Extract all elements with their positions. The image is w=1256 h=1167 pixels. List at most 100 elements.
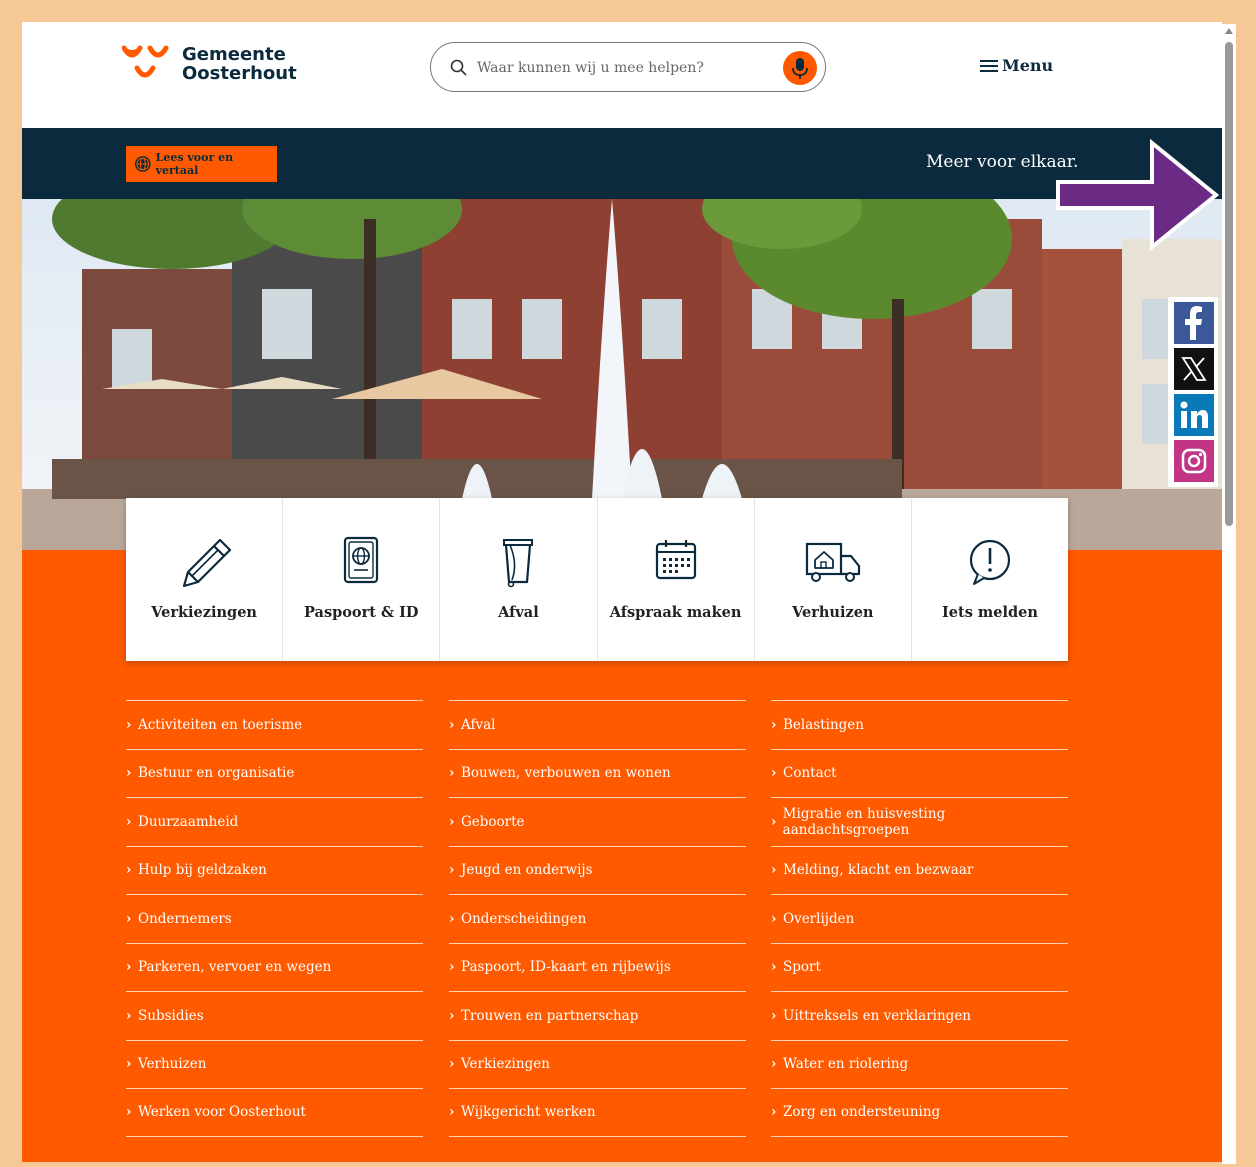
chevron-right-icon: › bbox=[126, 959, 132, 976]
instagram-icon bbox=[1181, 448, 1207, 474]
alert-icon bbox=[969, 539, 1011, 585]
chevron-right-icon: › bbox=[771, 862, 777, 879]
topic-link[interactable]: › Belastingen bbox=[771, 700, 1068, 749]
topic-link[interactable]: › Overlijden bbox=[771, 894, 1068, 943]
logo-text: Gemeente Oosterhout bbox=[182, 45, 297, 83]
microphone-icon bbox=[792, 58, 808, 79]
topic-link[interactable]: › Ondernemers bbox=[126, 894, 423, 943]
links-column-1: › Activiteiten en toerisme › Bestuur en or… bbox=[126, 700, 423, 1137]
topic-link[interactable]: › Trouwen en partnerschap bbox=[449, 991, 746, 1040]
chevron-right-icon: › bbox=[771, 813, 777, 830]
topic-link[interactable]: › Wijkgericht werken bbox=[449, 1088, 746, 1137]
chevron-right-icon: › bbox=[771, 716, 777, 733]
links-column-3: › Belastingen › Contact › Migratie en huisv… bbox=[771, 700, 1068, 1137]
topic-link[interactable]: › Water en riolering bbox=[771, 1039, 1068, 1089]
menu-button[interactable]: Menu bbox=[980, 56, 1053, 75]
chevron-right-icon: › bbox=[771, 1056, 777, 1073]
annotation-arrow-icon bbox=[1056, 138, 1220, 252]
browser-viewport: Gemeente Oosterhout Waar kunnen wij u me… bbox=[22, 22, 1222, 1162]
scrollbar-thumb[interactable] bbox=[1225, 42, 1233, 526]
chevron-right-icon: › bbox=[449, 959, 455, 976]
site-header: Gemeente Oosterhout Waar kunnen wij u me… bbox=[22, 22, 1222, 128]
chevron-right-icon: › bbox=[449, 862, 455, 879]
chevron-right-icon: › bbox=[126, 765, 132, 782]
chevron-right-icon: › bbox=[449, 1104, 455, 1121]
search-box bbox=[430, 42, 826, 92]
facebook-button[interactable] bbox=[1174, 302, 1214, 344]
tile-paspoort[interactable]: Paspoort & ID bbox=[283, 498, 441, 661]
x-button[interactable] bbox=[1174, 348, 1214, 390]
chevron-right-icon: › bbox=[126, 1104, 132, 1121]
topic-link[interactable]: › Paspoort, ID-kaart en rijbewijs bbox=[449, 942, 746, 992]
topic-link[interactable]: › Parkeren, vervoer en wegen bbox=[126, 942, 423, 992]
topic-link[interactable]: › Werken voor Oosterhout bbox=[126, 1088, 423, 1137]
topic-link[interactable]: › Jeugd en onderwijs bbox=[449, 845, 746, 895]
topic-link[interactable]: › Bestuur en organisatie bbox=[126, 748, 423, 798]
scroll-up-arrow-icon[interactable] bbox=[1225, 28, 1233, 34]
pencil-icon bbox=[182, 538, 232, 588]
trash-bin-icon bbox=[503, 539, 534, 588]
tile-label: Iets melden bbox=[941, 604, 1038, 621]
chevron-right-icon: › bbox=[126, 813, 132, 830]
tile-label: Paspoort & ID bbox=[304, 604, 419, 621]
chevron-right-icon: › bbox=[449, 716, 455, 733]
linkedin-icon bbox=[1180, 401, 1208, 428]
topic-link[interactable]: › Melding, klacht en bezwaar bbox=[771, 845, 1068, 895]
logo-line-1: Gemeente bbox=[182, 44, 286, 65]
tile-afspraak[interactable]: Afspraak maken bbox=[598, 498, 755, 661]
topic-link[interactable]: › Subsidies bbox=[126, 991, 423, 1040]
topic-link[interactable]: › Sport bbox=[771, 942, 1068, 992]
social-share-bar bbox=[1168, 297, 1218, 487]
topic-link[interactable]: › Contact bbox=[771, 748, 1068, 798]
topic-link[interactable]: › Migratie en huisvesting aandachtsgroepe… bbox=[771, 797, 1068, 846]
chevron-right-icon: › bbox=[449, 1007, 455, 1024]
vertical-scrollbar[interactable] bbox=[1222, 24, 1236, 1164]
chevron-right-icon: › bbox=[449, 765, 455, 782]
tile-label: Afval bbox=[498, 604, 539, 621]
instagram-button[interactable] bbox=[1174, 440, 1214, 482]
globe-icon bbox=[134, 156, 151, 172]
top-banner: Lees voor en vertaal Meer voor elkaar. bbox=[22, 128, 1222, 199]
site-logo[interactable]: Gemeente Oosterhout bbox=[122, 44, 297, 84]
chevron-right-icon: › bbox=[771, 765, 777, 782]
logo-mark-icon bbox=[122, 45, 169, 78]
topic-link[interactable]: › Geboorte bbox=[449, 797, 746, 846]
topic-link[interactable]: › Activiteiten en toerisme bbox=[126, 700, 423, 749]
facebook-icon bbox=[1185, 306, 1202, 340]
voice-search-button[interactable] bbox=[783, 51, 817, 85]
search-icon bbox=[450, 59, 467, 76]
tile-iets-melden[interactable]: Iets melden bbox=[912, 498, 1068, 661]
chevron-right-icon: › bbox=[449, 1056, 455, 1073]
tile-label: Verhuizen bbox=[792, 604, 874, 621]
chevron-right-icon: › bbox=[771, 910, 777, 927]
readspeaker-label: Lees voor en vertaal bbox=[155, 151, 234, 177]
tile-afval[interactable]: Afval bbox=[440, 498, 598, 661]
chevron-right-icon: › bbox=[449, 910, 455, 927]
linkedin-button[interactable] bbox=[1174, 394, 1214, 436]
topic-link[interactable]: › Uittreksels en verklaringen bbox=[771, 991, 1068, 1040]
passport-icon bbox=[344, 536, 379, 584]
logo-line-2: Oosterhout bbox=[182, 63, 297, 84]
topic-link[interactable]: › Duurzaamheid bbox=[126, 797, 423, 846]
chevron-right-icon: › bbox=[126, 862, 132, 879]
topic-link[interactable]: › Onderscheidingen bbox=[449, 894, 746, 943]
hamburger-icon bbox=[980, 59, 998, 72]
chevron-right-icon: › bbox=[126, 1056, 132, 1073]
links-column-2: › Afval › Bouwen, verbouwen en wonen › Gebo… bbox=[449, 700, 746, 1137]
topic-link[interactable]: › Verkiezingen bbox=[449, 1039, 746, 1089]
topic-link[interactable]: › Zorg en ondersteuning bbox=[771, 1088, 1068, 1137]
readspeaker-button[interactable]: Lees voor en vertaal bbox=[126, 146, 277, 182]
tile-verhuizen[interactable]: Verhuizen bbox=[755, 498, 912, 661]
tile-label: Verkiezingen bbox=[151, 604, 257, 621]
chevron-right-icon: › bbox=[771, 1104, 777, 1121]
topic-link[interactable]: › Bouwen, verbouwen en wonen bbox=[449, 748, 746, 798]
search-input[interactable] bbox=[477, 55, 777, 81]
topic-link[interactable]: › Afval bbox=[449, 700, 746, 749]
topic-link[interactable]: › Verhuizen bbox=[126, 1039, 423, 1089]
tile-verkiezingen[interactable]: Verkiezingen bbox=[126, 498, 284, 661]
x-icon bbox=[1181, 357, 1207, 381]
moving-truck-icon bbox=[805, 542, 860, 582]
quick-tasks: Verkiezingen Paspoort & ID Afval Afspraa… bbox=[126, 498, 1068, 661]
topic-link[interactable]: › Hulp bij geldzaken bbox=[126, 845, 423, 895]
tile-label: Afspraak maken bbox=[609, 604, 742, 621]
